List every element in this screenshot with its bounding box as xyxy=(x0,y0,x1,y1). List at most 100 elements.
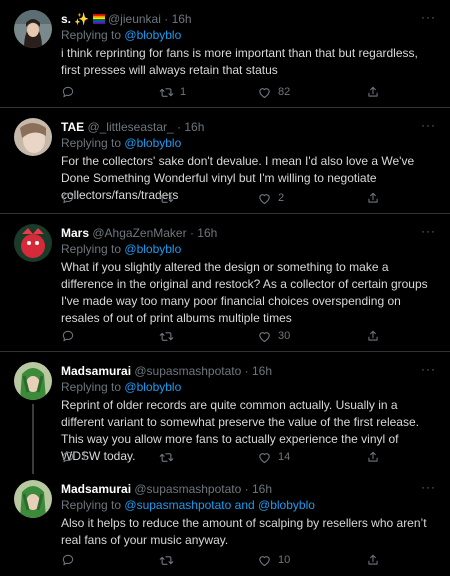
reply-button[interactable] xyxy=(61,189,81,207)
replying-to: Replying to @blobyblo xyxy=(61,28,181,42)
share-icon xyxy=(366,553,380,567)
more-options-icon[interactable]: ··· xyxy=(421,118,436,132)
avatar[interactable] xyxy=(14,224,52,262)
replying-to-label: Replying to xyxy=(61,28,122,42)
like-count: 2 xyxy=(278,192,285,204)
heart-icon xyxy=(257,553,272,568)
tweet-actions: 1 14 xyxy=(61,448,391,466)
tweet-actions: 30 xyxy=(61,327,391,345)
thread-line xyxy=(32,404,34,474)
reply-icon xyxy=(61,450,75,464)
like-button[interactable]: 10 xyxy=(257,551,290,569)
timestamp[interactable]: 16h xyxy=(172,12,192,26)
share-button[interactable] xyxy=(366,83,380,101)
reply-count: 1 xyxy=(81,451,88,463)
more-options-icon[interactable]: ··· xyxy=(421,224,436,238)
display-name[interactable]: Mars xyxy=(61,226,89,240)
like-count: 14 xyxy=(278,451,291,463)
retweet-button[interactable] xyxy=(159,327,180,345)
user-handle[interactable]: @supasmashpotato xyxy=(134,364,241,378)
retweet-button[interactable]: 1 xyxy=(159,83,186,101)
replying-to-label: Replying to xyxy=(61,380,122,394)
retweet-icon xyxy=(159,329,174,344)
like-button[interactable]: 30 xyxy=(257,327,290,345)
like-button[interactable]: 14 xyxy=(257,448,290,466)
retweet-button[interactable] xyxy=(159,448,180,466)
replying-to-label: Replying to xyxy=(61,136,122,150)
avatar[interactable] xyxy=(14,362,52,400)
avatar[interactable] xyxy=(14,480,52,518)
reply-icon xyxy=(61,553,75,567)
heart-icon xyxy=(257,329,272,344)
more-options-icon[interactable]: ··· xyxy=(421,362,436,376)
tweet-actions: 2 xyxy=(61,189,391,207)
separator-dot: · xyxy=(189,226,194,240)
mention-link[interactable]: @blobyblo xyxy=(124,136,181,150)
share-icon xyxy=(366,329,380,343)
retweet-icon xyxy=(159,191,174,206)
share-button[interactable] xyxy=(366,189,380,207)
reply-icon xyxy=(61,329,75,343)
more-options-icon[interactable]: ··· xyxy=(421,480,436,494)
display-name[interactable]: s. xyxy=(61,12,71,26)
display-name[interactable]: Madsamurai xyxy=(61,482,131,496)
display-name[interactable]: Madsamurai xyxy=(61,364,131,378)
tweet[interactable]: Madsamurai @supasmashpotato · 16h Replyi… xyxy=(0,352,450,474)
avatar[interactable] xyxy=(14,118,52,156)
reply-button[interactable] xyxy=(61,327,81,345)
replying-to-label: Replying to xyxy=(61,498,122,512)
mention-link[interactable]: @blobyblo xyxy=(258,498,315,512)
more-options-icon[interactable]: ··· xyxy=(421,10,436,24)
display-name[interactable]: TAE xyxy=(61,120,84,134)
retweet-icon xyxy=(159,450,174,465)
like-button[interactable]: 82 xyxy=(257,83,290,101)
reply-button[interactable]: 1 xyxy=(61,448,87,466)
tweet[interactable]: Mars @AhgaZenMaker · 16h Replying to @bl… xyxy=(0,214,450,350)
like-count: 10 xyxy=(278,554,291,566)
timestamp[interactable]: 16h xyxy=(252,482,272,496)
separator-dot: · xyxy=(244,364,249,378)
reply-icon xyxy=(61,191,75,205)
tweet-actions: 10 xyxy=(61,551,391,569)
retweet-button[interactable] xyxy=(159,189,180,207)
tweet-text: Also it helps to reduce the amount of sc… xyxy=(61,516,427,547)
reply-button[interactable] xyxy=(61,83,81,101)
share-button[interactable] xyxy=(366,327,380,345)
retweet-icon xyxy=(159,553,174,568)
reply-icon xyxy=(61,85,75,99)
user-handle[interactable]: @_littleseastar_ xyxy=(87,120,173,134)
tweet[interactable]: s. ✨ @jieunkai · 16h Replying to @blobyb… xyxy=(0,0,450,106)
separator-dot: · xyxy=(244,482,249,496)
user-handle[interactable]: @AhgaZenMaker xyxy=(92,226,186,240)
like-count: 30 xyxy=(278,330,291,342)
replying-to: Replying to @blobyblo xyxy=(61,242,181,256)
replying-to: Replying to @blobyblo xyxy=(61,136,181,150)
mention-link[interactable]: @supasmashpotato xyxy=(124,498,231,512)
timestamp[interactable]: 16h xyxy=(197,226,217,240)
tweet-text: i think reprinting for fans is more impo… xyxy=(61,46,418,77)
tweet[interactable]: Madsamurai @supasmashpotato · 16h Replyi… xyxy=(0,470,450,576)
replying-to-label: Replying to xyxy=(61,242,122,256)
user-handle[interactable]: @jieunkai xyxy=(108,12,161,26)
tweet[interactable]: TAE @_littleseastar_ · 16h Replying to @… xyxy=(0,108,450,212)
reply-button[interactable] xyxy=(61,551,81,569)
separator-dot: · xyxy=(177,120,182,134)
separator-dot: · xyxy=(164,12,169,26)
tweet-text: What if you slightly altered the design … xyxy=(61,260,428,325)
mention-and-label: and xyxy=(234,498,255,512)
sparkle-emoji-icon: ✨ xyxy=(74,12,90,26)
mention-link[interactable]: @blobyblo xyxy=(124,242,181,256)
timestamp[interactable]: 16h xyxy=(184,120,204,134)
tweet-actions: 1 82 xyxy=(61,83,391,101)
retweet-button[interactable] xyxy=(159,551,180,569)
share-button[interactable] xyxy=(366,551,380,569)
like-button[interactable]: 2 xyxy=(257,189,284,207)
share-button[interactable] xyxy=(366,448,380,466)
user-handle[interactable]: @supasmashpotato xyxy=(134,482,241,496)
share-icon xyxy=(366,450,380,464)
timestamp[interactable]: 16h xyxy=(252,364,272,378)
retweet-icon xyxy=(159,85,174,100)
avatar[interactable] xyxy=(14,10,52,48)
mention-link[interactable]: @blobyblo xyxy=(124,28,181,42)
mention-link[interactable]: @blobyblo xyxy=(124,380,181,394)
